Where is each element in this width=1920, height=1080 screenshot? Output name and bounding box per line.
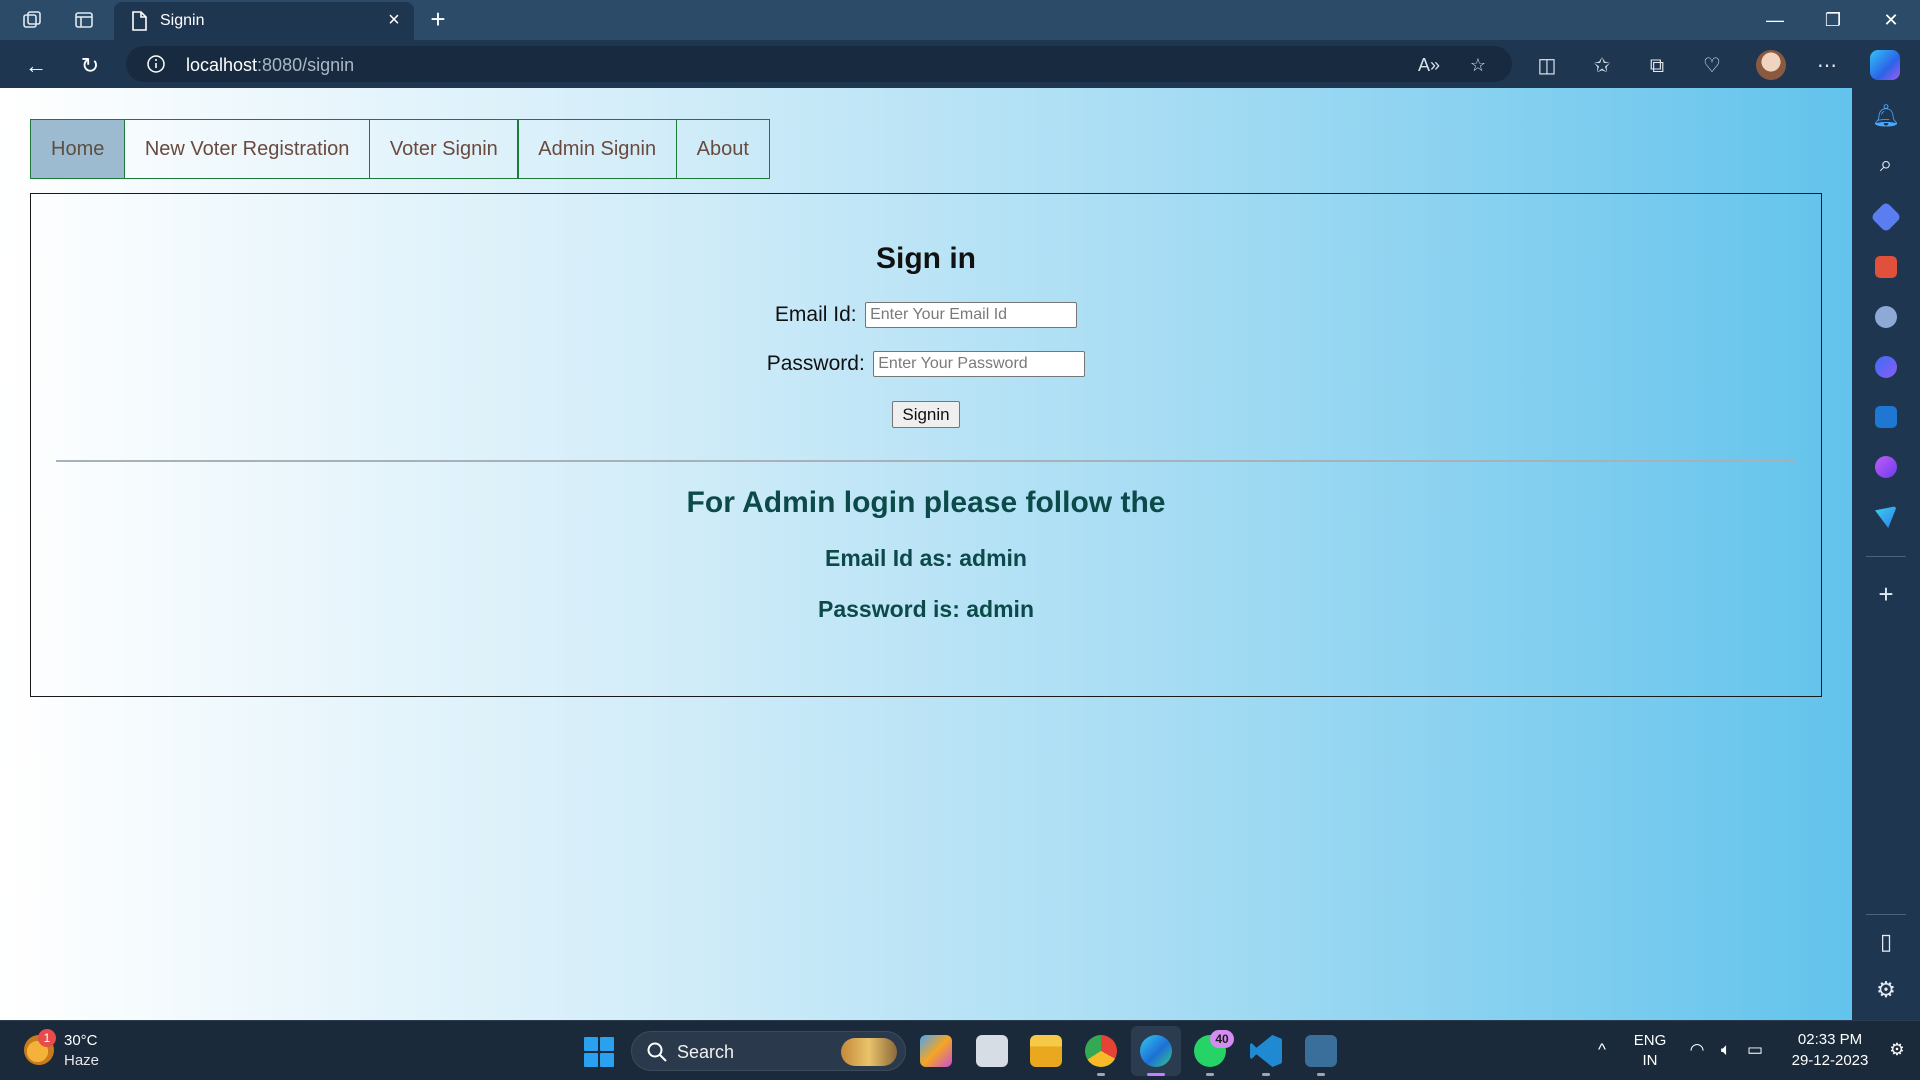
add-icon[interactable]: + <box>1872 580 1900 608</box>
restore-button[interactable]: ❐ <box>1810 4 1856 36</box>
settings-gear-icon[interactable]: ⚙ <box>1872 976 1900 1004</box>
back-icon[interactable]: ← <box>20 50 52 82</box>
notification-bell-icon[interactable]: 🔔︎ <box>1872 102 1900 130</box>
nav-home[interactable]: Home <box>30 119 126 179</box>
tools-icon[interactable] <box>1875 256 1897 278</box>
admin-email-info: Email Id as: admin <box>825 545 1027 571</box>
nav-about[interactable]: About <box>675 119 770 179</box>
tab-title: Signin <box>160 12 205 29</box>
edge-sidebar: 🔔︎ ⌕ + ▯ ⚙ <box>1852 88 1920 1020</box>
email-label: Email Id: <box>774 303 857 326</box>
wifi-icon[interactable]: ◠ <box>1686 1039 1708 1061</box>
workspaces-icon[interactable] <box>20 8 44 32</box>
favorites-icon[interactable]: ✩ <box>1589 53 1615 79</box>
whatsapp-badge: 40 <box>1210 1030 1234 1048</box>
search-icon <box>647 1042 667 1062</box>
main-navbar: Home New Voter Registration Voter Signin… <box>30 119 770 179</box>
sidebar-divider <box>1866 556 1906 557</box>
chrome-icon[interactable] <box>1085 1035 1117 1067</box>
favorite-star-icon[interactable]: ☆ <box>1467 54 1489 76</box>
sidebar-layout-icon[interactable]: ▯ <box>1872 928 1900 956</box>
task-view-icon[interactable] <box>976 1035 1008 1067</box>
signin-button[interactable]: Signin <box>892 401 960 428</box>
signin-title: Sign in <box>876 242 976 275</box>
weather-condition[interactable]: Haze <box>64 1052 99 1069</box>
nav-new-voter-registration[interactable]: New Voter Registration <box>123 119 371 179</box>
notifications-icon[interactable]: ⚙ <box>1886 1039 1908 1061</box>
split-screen-icon[interactable]: ◫ <box>1534 53 1560 79</box>
info-icon[interactable] <box>146 54 166 74</box>
email-input[interactable] <box>865 302 1078 328</box>
performance-icon[interactable]: ♡ <box>1699 53 1725 79</box>
edge-icon[interactable] <box>1140 1035 1172 1067</box>
submit-row: Signin <box>31 401 1821 428</box>
clock-date[interactable]: 29-12-2023 <box>1782 1052 1878 1069</box>
active-tab[interactable]: Signin × <box>114 2 414 40</box>
outlook-icon[interactable] <box>1875 406 1897 428</box>
windows-taskbar: 1 30°C Haze Search 40 ^ ENG IN ◠ 🔈︎ ▭ 02… <box>0 1020 1920 1080</box>
search-icon[interactable]: ⌕ <box>1872 150 1900 178</box>
new-tab-icon[interactable]: + <box>423 4 453 34</box>
browser-toolbar: ← ↻ localhost:8080/signin A» ☆ ◫ ✩ ⧉ ♡ ⋯ <box>0 40 1920 88</box>
weather-temperature[interactable]: 30°C <box>64 1032 98 1049</box>
microsoft365-icon[interactable] <box>1875 356 1897 378</box>
battery-icon[interactable]: ▭ <box>1744 1039 1766 1061</box>
profile-avatar[interactable] <box>1756 50 1786 80</box>
search-highlight-image <box>841 1038 897 1066</box>
file-explorer-icon[interactable] <box>1030 1035 1062 1067</box>
admin-info-heading: For Admin login please follow the <box>686 486 1166 519</box>
read-aloud-icon[interactable]: A» <box>1418 54 1440 76</box>
volume-icon[interactable]: 🔈︎ <box>1715 1039 1737 1061</box>
clock-time[interactable]: 02:33 PM <box>1782 1031 1878 1048</box>
copilot-pre-app-icon[interactable] <box>920 1035 952 1067</box>
url-text[interactable]: localhost:8080/signin <box>186 55 354 76</box>
games-icon[interactable] <box>1875 306 1897 328</box>
weather-badge: 1 <box>38 1029 56 1047</box>
copilot-icon[interactable] <box>1870 50 1900 80</box>
password-label: Password: <box>766 352 865 375</box>
language-indicator[interactable]: ENG <box>1630 1032 1670 1049</box>
page-viewport: Home New Voter Registration Voter Signin… <box>0 88 1852 1020</box>
designer-icon[interactable] <box>1875 456 1897 478</box>
show-hidden-icons-chevron[interactable]: ^ <box>1591 1039 1613 1061</box>
more-menu-icon[interactable]: ⋯ <box>1814 53 1840 79</box>
close-tab-icon[interactable]: × <box>382 8 406 32</box>
sidebar-divider <box>1866 914 1906 915</box>
mysql-workbench-icon[interactable] <box>1305 1035 1337 1067</box>
close-window-button[interactable]: ✕ <box>1868 4 1914 36</box>
nav-voter-signin[interactable]: Voter Signin <box>368 119 519 179</box>
collections-icon[interactable]: ⧉ <box>1644 53 1670 79</box>
taskbar-search[interactable]: Search <box>631 1031 906 1071</box>
browser-title-bar: Signin × + — ❐ ✕ <box>0 0 1920 40</box>
whatsapp-running-indicator <box>1206 1073 1214 1076</box>
shopping-tag-icon[interactable] <box>1870 201 1902 233</box>
password-row: Password: <box>31 351 1821 377</box>
refresh-icon[interactable]: ↻ <box>74 50 106 82</box>
vscode-running-indicator <box>1262 1073 1270 1076</box>
page-icon <box>132 11 147 31</box>
search-label: Search <box>677 1042 735 1062</box>
mysql-running-indicator <box>1317 1073 1325 1076</box>
minimize-button[interactable]: — <box>1752 4 1798 36</box>
nav-admin-signin[interactable]: Admin Signin <box>517 119 678 179</box>
email-row: Email Id: <box>31 302 1821 328</box>
region-indicator[interactable]: IN <box>1630 1052 1670 1069</box>
section-divider <box>56 460 1796 462</box>
address-bar[interactable]: localhost:8080/signin A» ☆ <box>126 46 1512 82</box>
drop-icon[interactable] <box>1875 506 1897 528</box>
chrome-running-indicator <box>1097 1073 1105 1076</box>
start-button[interactable] <box>584 1037 614 1067</box>
tab-actions-icon[interactable] <box>72 8 96 32</box>
admin-password-info: Password is: admin <box>817 596 1034 622</box>
edge-active-indicator <box>1147 1073 1165 1076</box>
vscode-icon[interactable] <box>1250 1035 1282 1067</box>
password-input[interactable] <box>873 351 1086 377</box>
signin-panel: Sign in Email Id: Password: Signin For A… <box>30 193 1822 697</box>
